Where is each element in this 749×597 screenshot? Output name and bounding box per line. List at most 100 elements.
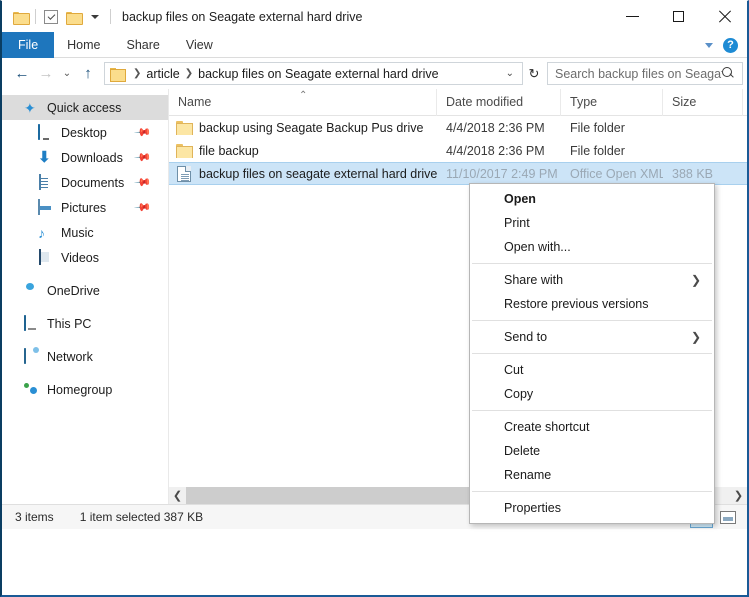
file-name-label: backup files on seagate external hard dr… [199, 166, 437, 181]
sidebar-item-label: Pictures [61, 200, 107, 215]
close-button[interactable] [701, 1, 747, 32]
menu-item-rename[interactable]: Rename [470, 463, 714, 487]
tab-file[interactable]: File [2, 32, 55, 58]
menu-item-open[interactable]: Open [470, 187, 714, 211]
file-name-cell: file backup [169, 143, 437, 158]
tab-view[interactable]: View [173, 32, 226, 58]
sidebar-item-desktop[interactable]: Desktop 📌 [2, 120, 168, 145]
breadcrumb-item-article[interactable]: article [146, 67, 179, 81]
sidebar-item-label: This PC [47, 316, 92, 331]
menu-item-cut[interactable]: Cut [470, 358, 714, 382]
sidebar-item-music[interactable]: ♪ Music [2, 220, 168, 245]
menu-item-create-shortcut[interactable]: Create shortcut [470, 415, 714, 439]
file-date-cell: 4/4/2018 2:36 PM [446, 143, 545, 158]
close-icon [718, 10, 731, 23]
refresh-button[interactable]: ↻ [523, 62, 545, 85]
pin-icon[interactable]: 📌 [134, 148, 153, 167]
scroll-left-button[interactable]: ❮ [169, 487, 186, 504]
breadcrumb-dropdown-icon[interactable]: ⌄ [501, 68, 519, 79]
sidebar-item-label: Quick access [47, 100, 122, 115]
desktop-icon [38, 123, 54, 141]
column-header-date-modified[interactable]: Date modified [437, 89, 561, 116]
large-icons-view-button[interactable] [716, 507, 739, 528]
title-bar: backup files on Seagate external hard dr… [2, 1, 747, 32]
table-row[interactable]: file backup 4/4/2018 2:36 PM File folder [169, 139, 747, 162]
tab-home[interactable]: Home [54, 32, 113, 58]
column-header-row: Name ⌃ Date modified Type Size [169, 89, 747, 116]
menu-item-share-with[interactable]: Share with ❯ [470, 268, 714, 292]
file-name-cell: backup using Seagate Backup Pus drive [169, 120, 437, 135]
maximize-button[interactable] [655, 1, 701, 32]
homegroup-icon [24, 382, 40, 398]
new-folder-icon-button[interactable] [62, 6, 84, 28]
customize-toolbar-button[interactable] [84, 6, 106, 28]
item-count-label: 3 items [15, 510, 54, 524]
pin-icon[interactable]: 📌 [134, 198, 153, 217]
menu-item-copy[interactable]: Copy [470, 382, 714, 406]
chevron-down-icon [91, 14, 99, 19]
table-row[interactable]: backup files on seagate external hard dr… [169, 162, 747, 185]
properties-icon [44, 9, 58, 24]
column-header-size[interactable]: Size [663, 89, 743, 116]
sidebar-item-quick-access[interactable]: ✦ Quick access [2, 95, 168, 120]
toolbar-divider-2 [110, 9, 111, 24]
file-date-cell: 4/4/2018 2:36 PM [446, 120, 545, 135]
forward-button[interactable]: → [34, 62, 58, 86]
sidebar-item-pictures[interactable]: Pictures 📌 [2, 195, 168, 220]
breadcrumb-item-current[interactable]: backup files on Seagate external hard dr… [198, 67, 438, 81]
breadcrumb-separator-1: ❯ [133, 68, 142, 79]
menu-item-restore-previous-versions[interactable]: Restore previous versions [470, 292, 714, 316]
file-name-label: file backup [199, 143, 259, 158]
sidebar-item-downloads[interactable]: ⬇ Downloads 📌 [2, 145, 168, 170]
column-header-type[interactable]: Type [561, 89, 663, 116]
menu-item-properties[interactable]: Properties [470, 496, 714, 520]
sidebar-item-label: Homegroup [47, 382, 113, 397]
folder-icon [176, 120, 193, 135]
sidebar-item-videos[interactable]: Videos [2, 245, 168, 270]
file-size-cell: 388 KB [672, 166, 714, 181]
sidebar-item-label: OneDrive [47, 283, 100, 298]
file-date-cell: 11/10/2017 2:49 PM [446, 166, 558, 181]
table-row[interactable]: backup using Seagate Backup Pus drive 4/… [169, 116, 747, 139]
recent-locations-button[interactable]: ⌄ [58, 62, 76, 86]
scroll-right-button[interactable]: ❯ [730, 487, 747, 504]
context-menu: Open Print Open with... Share with ❯ Res… [469, 183, 715, 524]
address-bar-row: ← → ⌄ ↑ ❯ article ❯ backup files on Seag… [2, 58, 747, 89]
video-icon [38, 248, 54, 266]
collapse-ribbon-icon[interactable] [705, 42, 713, 48]
breadcrumb[interactable]: ❯ article ❯ backup files on Seagate exte… [104, 62, 523, 85]
sidebar-item-label: Desktop [61, 125, 107, 140]
navigation-pane: ✦ Quick access Desktop 📌 ⬇ Downloads 📌 D… [2, 89, 169, 504]
sidebar-item-homegroup[interactable]: Homegroup [2, 377, 168, 402]
menu-item-open-with[interactable]: Open with... [470, 235, 714, 259]
menu-item-delete[interactable]: Delete [470, 439, 714, 463]
tab-share[interactable]: Share [114, 32, 173, 58]
large-icons-view-icon [719, 511, 736, 524]
folder-icon-button[interactable] [9, 6, 31, 28]
sidebar-item-label: Videos [61, 250, 99, 265]
properties-icon-button[interactable] [40, 6, 62, 28]
back-button[interactable]: ← [10, 62, 34, 86]
sidebar-item-onedrive[interactable]: OneDrive [2, 278, 168, 303]
sidebar-item-network[interactable]: Network [2, 344, 168, 369]
cloud-icon [24, 283, 40, 299]
new-folder-icon [65, 11, 83, 25]
search-input[interactable]: Search backup files on Seagat... [547, 62, 743, 85]
sidebar-item-label: Downloads [61, 150, 123, 165]
up-button[interactable]: ↑ [76, 62, 100, 86]
sidebar-item-this-pc[interactable]: This PC [2, 311, 168, 336]
menu-item-print[interactable]: Print [470, 211, 714, 235]
column-header-name[interactable]: Name ⌃ [169, 89, 437, 116]
search-icon[interactable] [722, 67, 735, 80]
pin-icon[interactable]: 📌 [134, 173, 153, 192]
minimize-button[interactable] [609, 1, 655, 32]
pin-icon[interactable]: 📌 [134, 123, 153, 142]
menu-separator [472, 491, 712, 492]
sidebar-item-documents[interactable]: Documents 📌 [2, 170, 168, 195]
help-icon[interactable]: ? [723, 37, 738, 53]
pictures-icon [38, 198, 54, 216]
minimize-icon [625, 16, 639, 17]
menu-separator [472, 410, 712, 411]
menu-item-label: Share with [504, 273, 564, 287]
menu-item-send-to[interactable]: Send to ❯ [470, 325, 714, 349]
